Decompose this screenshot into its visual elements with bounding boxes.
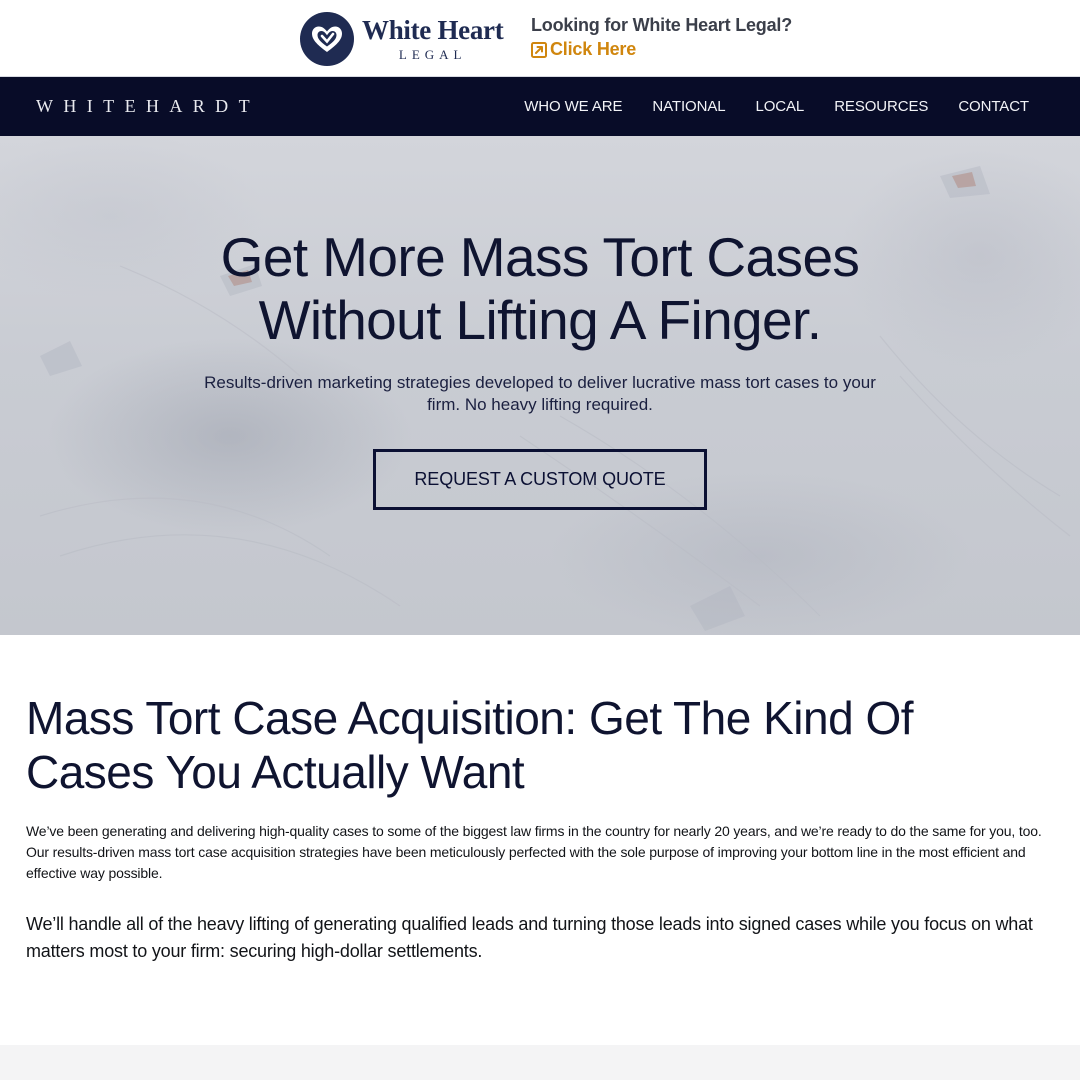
logo-main-text: White Heart [362,15,504,45]
click-here-link[interactable]: Click Here [531,39,792,60]
intro-heading: Mass Tort Case Acquisition: Get The Kind… [26,692,914,798]
intro-section: Mass Tort Case Acquisition: Get The Kind… [0,635,1080,1045]
hero-title-line-2: Without Lifting A Finger. [258,289,822,351]
hero-title: Get More Mass Tort Cases Without Lifting… [140,226,940,352]
external-link-icon [531,41,547,58]
main-nav: WHITEHARDT WHO WE ARE NATIONAL LOCAL RES… [0,77,1080,136]
request-quote-button[interactable]: REQUEST A CUSTOM QUOTE [373,449,707,510]
promo-bar: White Heart LEGAL Looking for White Hear… [0,0,1080,77]
hero-subtitle: Results-driven marketing strategies deve… [204,373,876,414]
click-here-label: Click Here [550,39,637,59]
intro-paragraph: We’ve been generating and delivering hig… [26,823,1042,881]
hero-title-line-1: Get More Mass Tort Cases [220,226,860,288]
intro-lead-paragraph: We’ll handle all of the heavy lifting of… [26,914,1033,961]
logo-wordmark: White Heart LEGAL [362,15,504,62]
nav-item-resources[interactable]: RESOURCES [834,98,928,115]
nav-item-national[interactable]: NATIONAL [652,98,725,115]
nav-item-local[interactable]: LOCAL [755,98,804,115]
nav-item-who-we-are[interactable]: WHO WE ARE [524,98,622,115]
nav-item-contact[interactable]: CONTACT [958,98,1029,115]
next-section-edge [0,1045,1080,1080]
promo-question: Looking for White Heart Legal? [531,15,793,35]
hero-section: Get More Mass Tort Cases Without Lifting… [0,136,1080,635]
white-heart-legal-logo[interactable]: White Heart LEGAL [300,11,516,67]
logo-sub-text: LEGAL [398,47,467,62]
nav-links: WHO WE ARE NATIONAL LOCAL RESOURCES CONT… [494,77,1029,136]
heart-icon [300,12,354,66]
promo-message: Looking for White Heart Legal? Click Her… [531,15,792,60]
site-brand-logo[interactable]: WHITEHARDT [36,96,260,117]
